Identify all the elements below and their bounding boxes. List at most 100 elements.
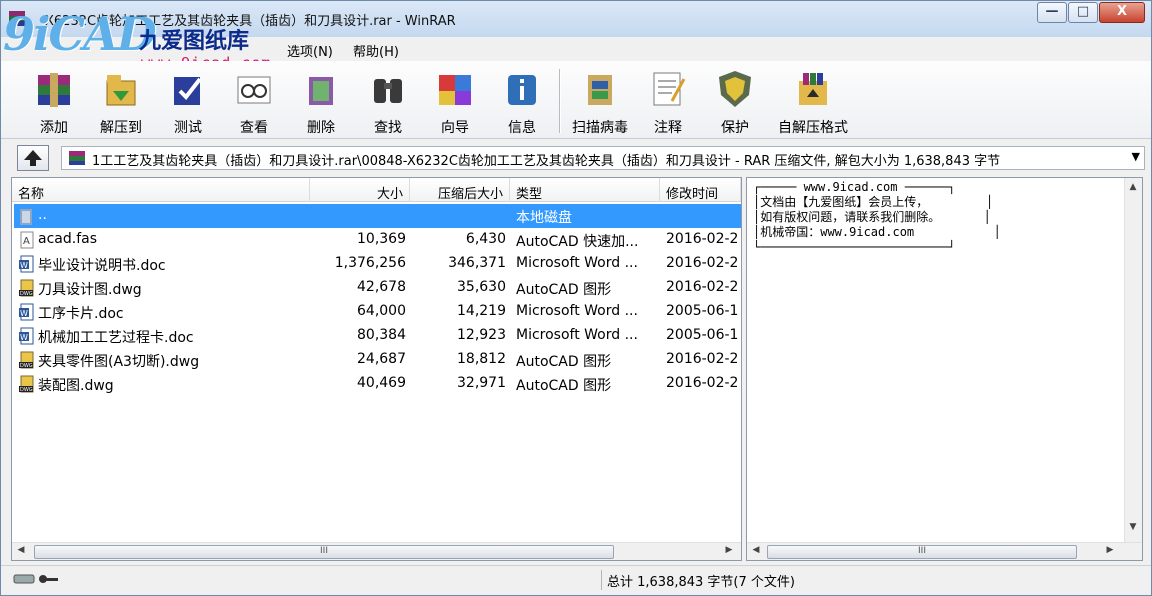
menu-bar: 选项(N) 帮助(H) [1, 37, 1151, 61]
status-total-text: 总计 1,638,843 字节(7 个文件) [607, 575, 795, 590]
close-button[interactable]: X [1099, 2, 1145, 23]
word-doc-icon: W [19, 327, 34, 345]
scroll-grip: III [320, 546, 328, 556]
comment-scroll-right-icon[interactable]: ▶ [1103, 545, 1117, 555]
delete-icon [309, 77, 333, 105]
file-type: AutoCAD 图形 [516, 378, 612, 394]
file-packed-size: 6,430 [465, 231, 506, 247]
scroll-down-icon[interactable]: ▼ [1126, 522, 1140, 532]
find-icon [374, 79, 402, 103]
column-header-modified[interactable]: 修改时间 [660, 178, 741, 202]
folder-up-icon [20, 209, 32, 225]
file-row[interactable]: DWG 刀具设计图.dwg 42,678 35,630 AutoCAD 图形 2016-0… [14, 276, 741, 300]
file-type: AutoCAD 图形 [516, 354, 612, 370]
extract-to-icon [106, 75, 136, 106]
file-type: Microsoft Word ... [516, 327, 638, 343]
scroll-up-icon[interactable]: ▲ [1126, 182, 1140, 192]
file-row[interactable]: W 机械加工工艺过程卡.doc 80,384 12,923 Microsoft Word… [14, 324, 741, 348]
file-size: 40,469 [357, 375, 406, 391]
virus-scan-icon [588, 75, 612, 105]
sfx-button[interactable]: 自解压格式 [778, 65, 848, 136]
dwg-file-icon: DWG [19, 279, 34, 297]
chevron-down-icon[interactable]: ▼ [1132, 150, 1140, 163]
status-divider [601, 570, 602, 590]
info-label: 信息 [508, 120, 536, 136]
file-packed-size: 18,812 [457, 351, 506, 367]
protect-icon [719, 71, 751, 107]
file-modified: 2016-02-2 [666, 375, 739, 391]
file-row[interactable]: DWG 夹具零件图(A3切断).dwg 24,687 18,812 AutoCAD 图形… [14, 348, 741, 372]
info-button[interactable]: 信息 [489, 65, 555, 136]
file-type: AutoCAD 图形 [516, 282, 612, 298]
column-header-type[interactable]: 类型 [510, 178, 660, 202]
scroll-left-icon[interactable]: ◀ [14, 545, 28, 555]
file-name: .. [38, 207, 47, 223]
file-row[interactable]: .. 本地磁盘 [14, 204, 741, 228]
file-size: 64,000 [357, 303, 406, 319]
file-size: 42,678 [357, 279, 406, 295]
sfx-icon [799, 73, 827, 105]
drive-key-icon[interactable] [13, 572, 59, 586]
winrar-app-icon[interactable] [7, 9, 27, 29]
comment-panel: ┌───── www.9icad.com ──────┐ │文档由【九爱图纸】会… [746, 177, 1143, 561]
file-name: 机械加工工艺过程卡.doc [38, 330, 194, 346]
file-modified: 2005-06-1 [666, 303, 739, 319]
comment-vscrollbar[interactable]: ▲ ▼ [1124, 178, 1142, 542]
file-row[interactable]: W 毕业设计说明书.doc 1,376,256 346,371 Microsoft Wo… [14, 252, 741, 276]
file-name: acad.fas [38, 231, 97, 247]
svg-text:W: W [20, 261, 28, 270]
close-icon: X [1116, 4, 1128, 19]
file-type: Microsoft Word ... [516, 255, 638, 271]
file-name: 毕业设计说明书.doc [38, 258, 166, 274]
title-bar[interactable]: X6232C齿轮加工工艺及其齿轮夹具（插齿）和刀具设计.rar - WinRAR… [1, 1, 1151, 37]
up-arrow-icon [24, 150, 42, 166]
file-type: AutoCAD 快速加... [516, 234, 639, 250]
file-packed-size: 32,971 [457, 375, 506, 391]
comment-scroll-left-icon[interactable]: ◀ [749, 545, 763, 555]
up-one-level-button[interactable] [17, 145, 49, 171]
comment-hscrollbar[interactable]: ◀ III ▶ [747, 542, 1142, 560]
protect-button[interactable]: 保护 [702, 65, 768, 136]
word-doc-icon: W [19, 303, 34, 321]
menu-help[interactable]: 帮助(H) [353, 41, 399, 60]
maximize-icon: □ [1076, 4, 1090, 19]
test-icon [174, 77, 202, 105]
file-size: 1,376,256 [334, 255, 406, 271]
file-name: 工序卡片.doc [38, 306, 124, 322]
maximize-button[interactable]: □ [1068, 2, 1098, 23]
column-header-size[interactable]: 大小 [310, 178, 410, 202]
comment-icon [653, 72, 686, 106]
file-list-panel: 名称 大小 压缩后大小 类型 修改时间 .. 本地磁盘 Aacad.fas 10,36… [11, 177, 742, 561]
file-size: 24,687 [357, 351, 406, 367]
column-header-packed[interactable]: 压缩后大小 [410, 178, 510, 202]
dwg-file-icon: DWG [19, 351, 34, 369]
file-row[interactable]: DWG 装配图.dwg 40,469 32,971 AutoCAD 图形 2016-02-… [14, 372, 741, 396]
file-packed-size: 346,371 [448, 255, 506, 271]
menu-options[interactable]: 选项(N) [287, 41, 333, 60]
file-list-scroll-thumb[interactable]: III [34, 545, 614, 559]
svg-text:DWG: DWG [20, 387, 33, 393]
file-type: 本地磁盘 [516, 210, 572, 226]
winrar-window: X6232C齿轮加工工艺及其齿轮夹具（插齿）和刀具设计.rar - WinRAR… [0, 0, 1152, 596]
file-packed-size: 35,630 [457, 279, 506, 295]
file-modified: 2016-02-2 [666, 255, 739, 271]
archive-path-field[interactable]: 1工工艺及其齿轮夹具（插齿）和刀具设计.rar\00848-X6232C齿轮加工… [61, 146, 1145, 170]
sfx-label: 自解压格式 [778, 120, 848, 136]
file-list-hscrollbar[interactable]: ◀ III ▶ [12, 542, 741, 560]
file-modified: 2016-02-2 [666, 351, 739, 367]
minimize-button[interactable]: — [1037, 2, 1067, 23]
svg-text:W: W [20, 333, 28, 342]
file-size: 10,369 [357, 231, 406, 247]
virus-scan-button[interactable]: 扫描病毒 [567, 65, 633, 136]
window-title: X6232C齿轮加工工艺及其齿轮夹具（插齿）和刀具设计.rar - WinRAR [45, 14, 456, 29]
file-row[interactable]: W 工序卡片.doc 64,000 14,219 Microsoft Word ... 2… [14, 300, 741, 324]
column-header-name[interactable]: 名称 [12, 178, 310, 202]
file-row[interactable]: Aacad.fas 10,369 6,430 AutoCAD 快速加... 2016-0… [14, 228, 741, 252]
file-packed-size: 14,219 [457, 303, 506, 319]
file-name: 刀具设计图.dwg [38, 282, 142, 298]
scroll-right-icon[interactable]: ▶ [722, 545, 736, 555]
comment-scroll-grip: III [918, 546, 926, 556]
info-icon [508, 75, 536, 105]
file-name: 装配图.dwg [38, 378, 114, 394]
comment-scroll-thumb[interactable]: III [767, 545, 1077, 559]
